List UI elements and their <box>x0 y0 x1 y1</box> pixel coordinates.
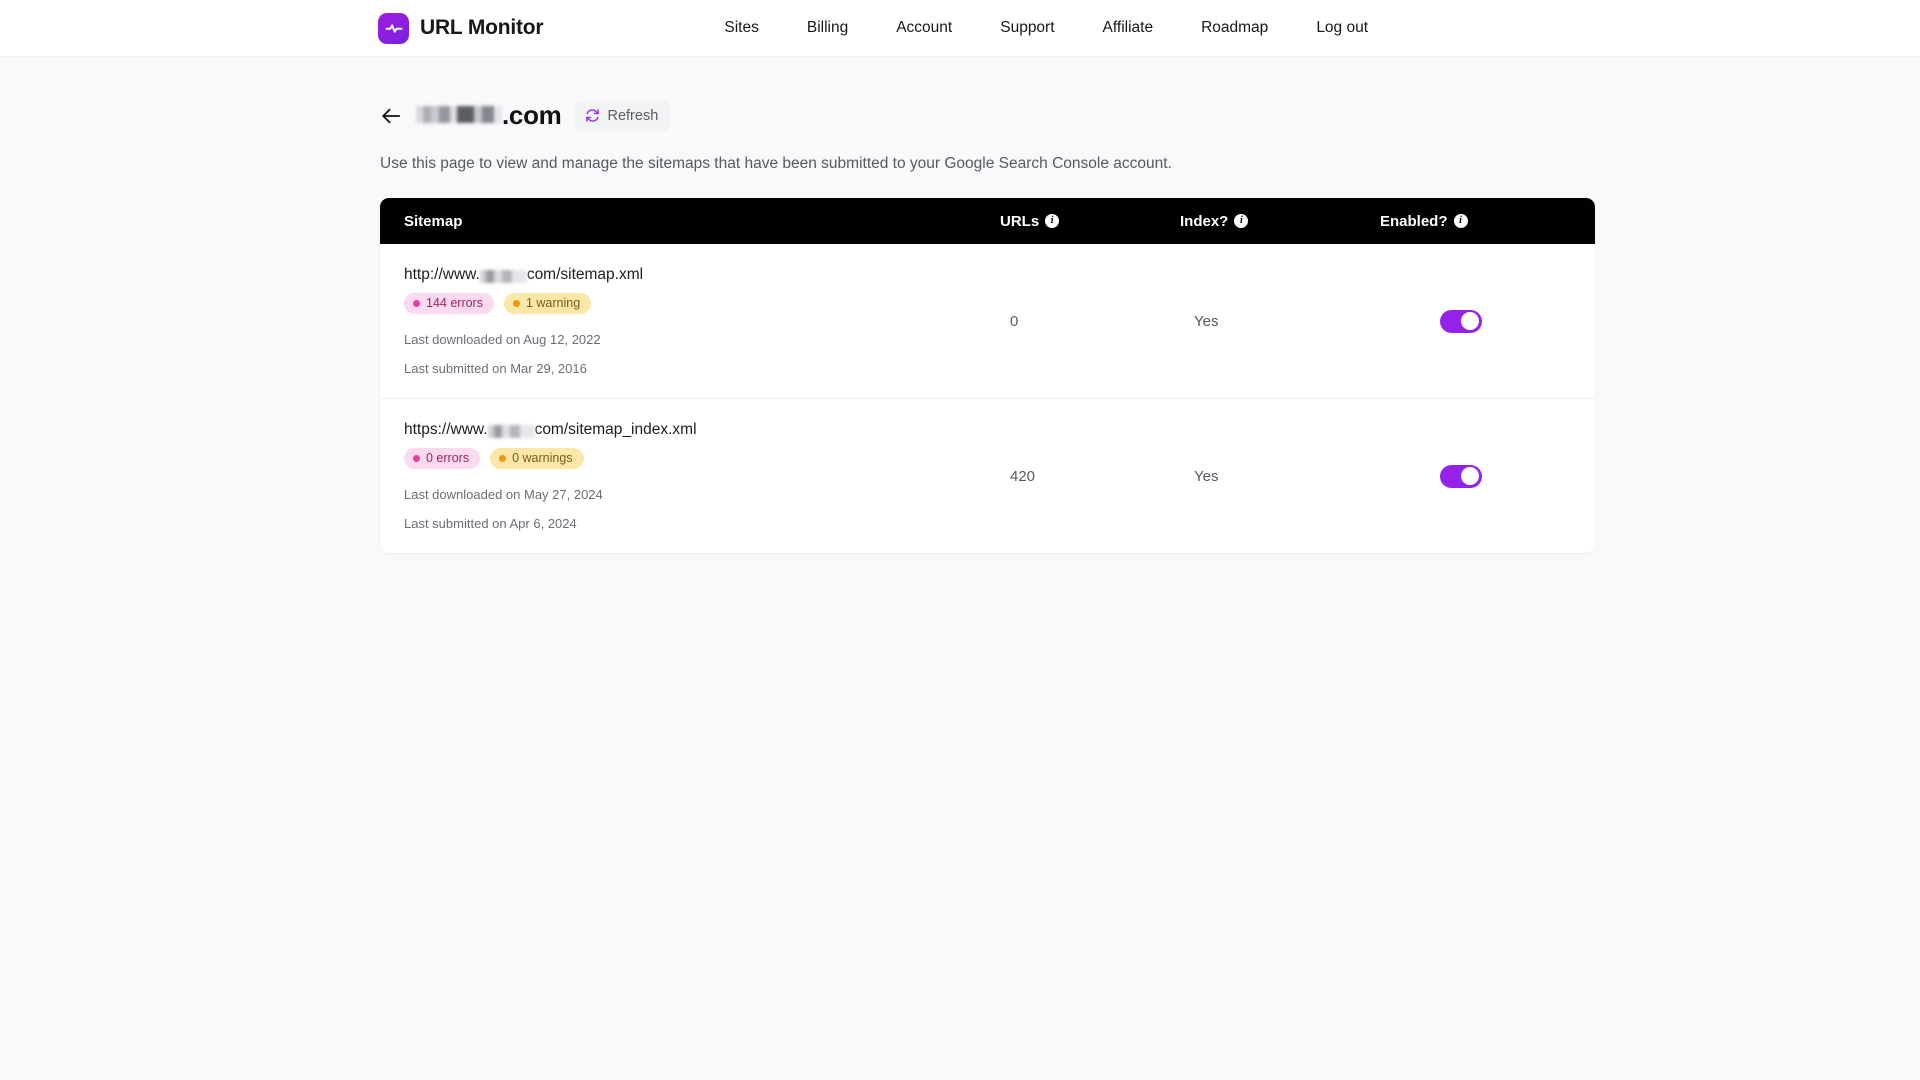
cell-enabled <box>1380 399 1595 554</box>
table-header: Sitemap URLs i Index? i <box>380 198 1595 244</box>
enabled-toggle[interactable] <box>1440 465 1482 488</box>
page-description: Use this page to view and manage the sit… <box>380 155 1920 173</box>
refresh-button[interactable]: Refresh <box>575 101 670 131</box>
sitemap-url-suffix: com/sitemap.xml <box>527 266 643 284</box>
status-badge-warnings: 1 warning <box>504 293 591 314</box>
table-header-row: Sitemap URLs i Index? i <box>380 198 1595 244</box>
dot-icon <box>413 300 420 307</box>
status-badge-errors-label: 144 errors <box>426 296 483 310</box>
column-header-enabled-label: Enabled? <box>1380 213 1448 230</box>
table-body: http://www. com/sitemap.xml 144 errors 1 … <box>380 244 1595 553</box>
cell-sitemap: https://www. com/sitemap_index.xml 0 erro… <box>380 399 1000 554</box>
info-icon[interactable]: i <box>1045 214 1059 228</box>
column-header-sitemap: Sitemap <box>380 198 1000 244</box>
enabled-toggle[interactable] <box>1440 310 1482 333</box>
cell-index-value: Yes <box>1180 244 1380 399</box>
column-header-sitemap-label: Sitemap <box>404 213 462 230</box>
info-icon[interactable]: i <box>1234 214 1248 228</box>
status-badge-errors-label: 0 errors <box>426 451 469 465</box>
status-badge-errors: 144 errors <box>404 293 494 314</box>
info-icon[interactable]: i <box>1454 214 1468 228</box>
toggle-knob <box>1461 467 1479 485</box>
last-submitted-text: Last submitted on Mar 29, 2016 <box>404 361 1000 376</box>
table-row: https://www. com/sitemap_index.xml 0 erro… <box>380 399 1595 554</box>
arrow-left-icon[interactable] <box>380 105 402 127</box>
column-header-urls-label: URLs <box>1000 213 1039 230</box>
nav-item-log-out[interactable]: Log out <box>1316 19 1368 37</box>
nav-item-affiliate[interactable]: Affiliate <box>1103 19 1154 37</box>
activity-pulse-icon <box>378 13 409 44</box>
dot-icon <box>513 300 520 307</box>
cell-sitemap: http://www. com/sitemap.xml 144 errors 1 … <box>380 244 1000 399</box>
sitemap-url-suffix: com/sitemap_index.xml <box>535 421 697 439</box>
cell-enabled <box>1380 244 1595 399</box>
page-content: .com Refresh Use this page to view and m… <box>0 100 1920 553</box>
sitemap-url-prefix: http://www. <box>404 266 480 284</box>
sitemaps-table: Sitemap URLs i Index? i <box>380 198 1595 553</box>
sitemap-url[interactable]: https://www. com/sitemap_index.xml <box>404 421 1000 439</box>
nav-item-sites[interactable]: Sites <box>724 19 758 37</box>
nav-item-roadmap[interactable]: Roadmap <box>1201 19 1268 37</box>
refresh-circular-arrows-icon <box>585 108 600 123</box>
column-header-index-label: Index? <box>1180 213 1228 230</box>
column-header-enabled: Enabled? i <box>1380 198 1595 244</box>
redacted-domain <box>416 106 502 123</box>
page-title-suffix: .com <box>502 100 561 131</box>
status-badge-warnings: 0 warnings <box>490 448 583 469</box>
column-header-urls: URLs i <box>1000 198 1180 244</box>
main-nav: Sites Billing Account Support Affiliate … <box>724 19 1368 37</box>
brand-name: URL Monitor <box>420 16 543 40</box>
dot-icon <box>499 455 506 462</box>
cell-urls-count: 420 <box>1000 399 1180 554</box>
toggle-knob <box>1461 312 1479 330</box>
redacted-domain <box>480 270 527 283</box>
last-downloaded-text: Last downloaded on Aug 12, 2022 <box>404 332 1000 347</box>
column-header-index: Index? i <box>1180 198 1380 244</box>
status-badges: 144 errors 1 warning <box>404 293 1000 314</box>
status-badge-errors: 0 errors <box>404 448 480 469</box>
status-badge-warnings-label: 0 warnings <box>512 451 572 465</box>
nav-item-support[interactable]: Support <box>1000 19 1054 37</box>
refresh-button-label: Refresh <box>607 108 658 124</box>
brand-logo-link[interactable]: URL Monitor <box>378 13 543 44</box>
dot-icon <box>413 455 420 462</box>
nav-item-account[interactable]: Account <box>896 19 952 37</box>
cell-index-value: Yes <box>1180 399 1380 554</box>
top-navigation-bar: URL Monitor Sites Billing Account Suppor… <box>0 0 1920 57</box>
page-title: .com <box>416 100 561 131</box>
redacted-domain <box>488 425 535 438</box>
last-downloaded-text: Last downloaded on May 27, 2024 <box>404 487 1000 502</box>
status-badges: 0 errors 0 warnings <box>404 448 1000 469</box>
status-badge-warnings-label: 1 warning <box>526 296 580 310</box>
page-header: .com Refresh <box>380 100 1920 131</box>
table-row: http://www. com/sitemap.xml 144 errors 1 … <box>380 244 1595 399</box>
sitemaps-card: Sitemap URLs i Index? i <box>380 198 1595 553</box>
sitemap-url[interactable]: http://www. com/sitemap.xml <box>404 266 1000 284</box>
sitemap-url-prefix: https://www. <box>404 421 488 439</box>
nav-item-billing[interactable]: Billing <box>807 19 848 37</box>
last-submitted-text: Last submitted on Apr 6, 2024 <box>404 516 1000 531</box>
cell-urls-count: 0 <box>1000 244 1180 399</box>
